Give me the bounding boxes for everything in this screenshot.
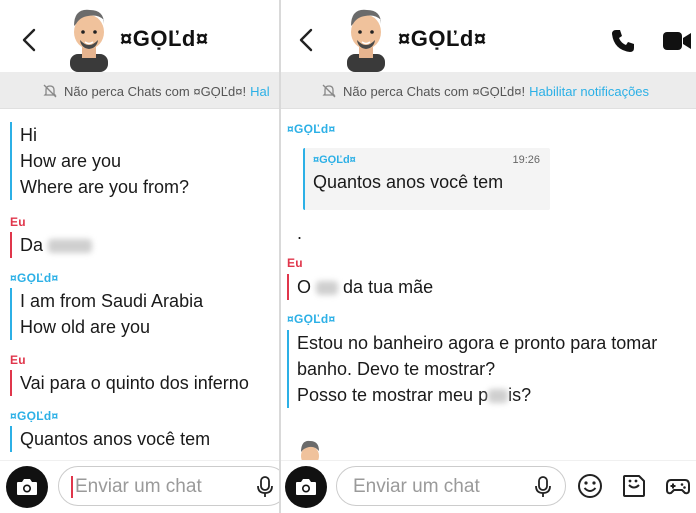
chat-input[interactable] <box>336 466 566 506</box>
message-group: Estou no banheiro agora e pronto para to… <box>287 330 657 408</box>
chat-input-bar <box>0 460 279 513</box>
chat-text-field[interactable] <box>351 475 505 499</box>
notification-notice: Não perca Chats com ¤GỌĽd¤! Hal <box>0 72 279 109</box>
bell-off-icon <box>322 84 336 98</box>
message-group: Da <box>10 232 93 258</box>
quoted-message[interactable]: ¤GỌĽd¤ 19:26 Quantos anos você tem <box>303 148 550 210</box>
message-text: Hi <box>20 125 37 145</box>
notification-notice: Não perca Chats com ¤GỌĽd¤! Habilitar no… <box>281 72 696 109</box>
message-text: Estou no banheiro agora e pronto para to… <box>297 333 658 353</box>
quote-timestamp: 19:26 <box>512 154 540 166</box>
camera-button[interactable] <box>285 466 327 508</box>
message-text: Posso te mostrar meu p is? <box>297 382 657 408</box>
sender-label-me: Eu <box>287 256 303 270</box>
sticker-icon[interactable] <box>621 473 647 499</box>
back-icon[interactable] <box>295 26 319 54</box>
message-text-part: Da <box>20 235 44 255</box>
sender-label-me: Eu <box>10 215 26 229</box>
message-text: Vai para o quinto dos inferno <box>20 373 249 393</box>
message-text-part: is? <box>508 385 532 405</box>
message-text: I am from Saudi Arabia <box>20 291 204 311</box>
notice-text: Não perca Chats com ¤GỌĽd¤! <box>343 83 526 99</box>
sender-label-partner: ¤GỌĽd¤ <box>10 409 59 423</box>
message-text: . <box>297 223 303 243</box>
message-text: Where are you from? <box>20 177 190 197</box>
message-text-part: da tua mãe <box>343 277 434 297</box>
camera-icon <box>296 479 316 495</box>
message-group: O da tua mãe <box>287 274 433 300</box>
game-controller-icon[interactable] <box>665 473 691 499</box>
sender-label-partner: ¤GỌĽd¤ <box>287 122 336 136</box>
bitmoji-typing-indicator <box>301 440 319 461</box>
chat-header: ¤GỌĽd¤ <box>0 0 279 72</box>
chat-input[interactable] <box>58 466 279 506</box>
quote-text: Quantos anos você tem <box>313 172 504 192</box>
smiley-icon[interactable] <box>577 473 603 499</box>
left-chat-panel: ¤GỌĽd¤ Não perca Chats com ¤GỌĽd¤! Hal H… <box>0 0 279 513</box>
quote-sender: ¤GỌĽd¤ <box>313 154 356 166</box>
sender-label-partner: ¤GỌĽd¤ <box>10 271 59 285</box>
message-text-part: Posso te mostrar meu p <box>297 385 489 405</box>
message-text: Quantos anos você tem <box>20 429 211 449</box>
bell-off-icon <box>43 84 57 98</box>
contact-name[interactable]: ¤GỌĽd¤ <box>120 26 209 52</box>
bitmoji-avatar[interactable] <box>337 4 395 72</box>
message-group: Vai para o quinto dos inferno <box>10 370 249 396</box>
chat-text-field[interactable] <box>73 475 227 499</box>
contact-name[interactable]: ¤GỌĽd¤ <box>398 26 487 52</box>
message-text: How old are you <box>20 317 151 337</box>
camera-button[interactable] <box>6 466 48 508</box>
blurred-word <box>48 239 93 254</box>
notice-text: Não perca Chats com ¤GỌĽd¤! <box>64 83 247 99</box>
message-text: O da tua mãe <box>297 274 433 300</box>
chat-input-bar <box>281 460 696 513</box>
back-icon[interactable] <box>18 26 42 54</box>
video-icon[interactable] <box>662 30 692 52</box>
bitmoji-avatar[interactable] <box>60 4 118 72</box>
message-list: Hi How are you Where are you from? Eu Da… <box>0 108 279 461</box>
chat-header: ¤GỌĽd¤ <box>281 0 696 72</box>
blurred-word <box>316 281 339 296</box>
phone-icon[interactable] <box>610 28 636 54</box>
message-text: Da <box>20 232 93 258</box>
message-group: Hi How are you Where are you from? <box>10 122 189 200</box>
sender-label-partner: ¤GỌĽd¤ <box>287 312 336 326</box>
mic-icon[interactable] <box>535 476 551 498</box>
camera-icon <box>17 479 37 495</box>
enable-notifications-link[interactable]: Hal <box>250 84 270 99</box>
blurred-word <box>488 389 509 404</box>
message-text: banho. Devo te mostrar? <box>297 359 496 379</box>
message-list: ¤GỌĽd¤ ¤GỌĽd¤ 19:26 Quantos anos você te… <box>281 108 696 461</box>
message-group: I am from Saudi Arabia How old are you <box>10 288 203 340</box>
message-group: Quantos anos você tem <box>10 426 210 452</box>
message-text-part: O <box>297 277 312 297</box>
message-text: How are you <box>20 151 122 171</box>
mic-icon[interactable] <box>257 476 273 498</box>
enable-notifications-link[interactable]: Habilitar notificações <box>529 84 649 99</box>
sender-label-me: Eu <box>10 353 26 367</box>
right-chat-panel: ¤GỌĽd¤ Não perca Chats com ¤GỌĽd¤! Habil… <box>281 0 696 513</box>
